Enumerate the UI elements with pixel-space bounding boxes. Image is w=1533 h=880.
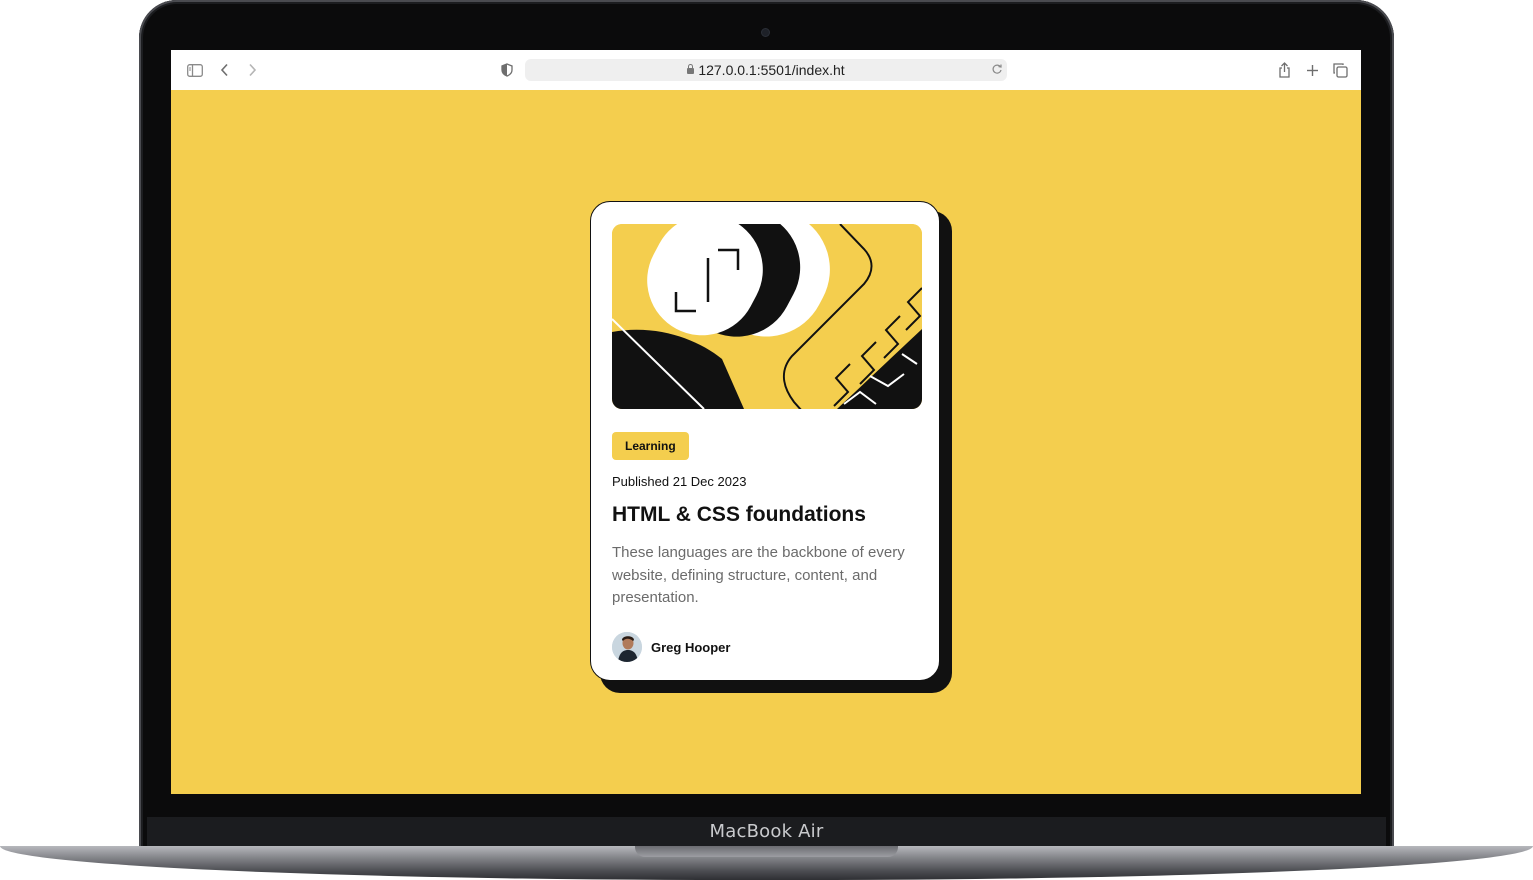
- avatar: [612, 632, 642, 662]
- author-name[interactable]: Greg Hooper: [651, 640, 730, 655]
- tabs-overview-icon[interactable]: [1330, 60, 1350, 80]
- category-tag[interactable]: Learning: [612, 432, 689, 460]
- author: Greg Hooper: [612, 632, 730, 662]
- share-icon[interactable]: [1274, 60, 1294, 80]
- card-illustration: [612, 224, 922, 409]
- forward-icon[interactable]: [242, 60, 262, 80]
- blog-card[interactable]: Learning Published 21 Dec 2023 HTML & CS…: [590, 201, 940, 681]
- laptop-notch: [635, 846, 898, 857]
- address-bar[interactable]: 127.0.0.1:5501/index.ht: [525, 59, 1007, 81]
- publish-date: Published 21 Dec 2023: [612, 474, 747, 489]
- shield-icon[interactable]: [497, 60, 517, 80]
- camera: [762, 29, 769, 36]
- url: 127.0.0.1:5501/index.ht: [698, 62, 845, 78]
- new-tab-icon[interactable]: [1302, 60, 1322, 80]
- sidebar-icon[interactable]: [185, 60, 205, 80]
- card-title[interactable]: HTML & CSS foundations: [612, 503, 866, 527]
- browser-toolbar: 127.0.0.1:5501/index.ht: [171, 50, 1361, 90]
- address-text: 127.0.0.1:5501/index.ht: [525, 62, 1007, 78]
- device-label: MacBook Air: [709, 821, 824, 842]
- lock-icon: [687, 64, 695, 74]
- screen: 127.0.0.1:5501/index.ht Learning Publish…: [171, 50, 1361, 794]
- reload-icon[interactable]: [991, 62, 1003, 81]
- card-description: These languages are the backbone of ever…: [612, 544, 905, 606]
- back-icon[interactable]: [215, 60, 235, 80]
